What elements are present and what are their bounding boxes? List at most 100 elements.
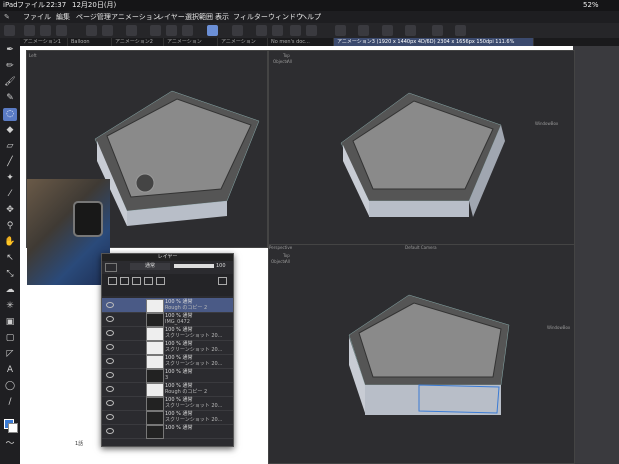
layer-visibility-icon[interactable] <box>106 414 114 420</box>
fill-tool-icon[interactable]: ◆ <box>3 124 17 137</box>
sparkle-tool-icon[interactable]: ✦ <box>3 172 17 185</box>
brush-tool-icon[interactable]: 🖌 <box>3 76 17 89</box>
layer-visibility-icon[interactable] <box>106 330 114 336</box>
hand-icon[interactable] <box>335 25 346 36</box>
layer-visibility-icon[interactable] <box>106 386 114 392</box>
menu-filter[interactable]: フィルター <box>233 11 268 23</box>
redo-icon[interactable] <box>102 25 113 36</box>
layer-visibility-icon[interactable] <box>106 372 114 378</box>
undo-icon[interactable] <box>86 25 97 36</box>
layer-visibility-icon[interactable] <box>106 358 114 364</box>
tab-mens-doc[interactable]: No men's doc... <box>268 38 334 46</box>
eraser-icon[interactable] <box>232 25 243 36</box>
zoom-icon[interactable] <box>382 25 393 36</box>
mask-icon[interactable] <box>144 277 153 285</box>
tab-animation-2[interactable]: アニメーション2 <box>112 38 164 46</box>
menu-help[interactable]: ヘルプ <box>300 11 321 23</box>
menu-file[interactable]: ファイル <box>23 11 51 23</box>
move-tool-icon[interactable]: ✥ <box>3 204 17 217</box>
lasso-tool-icon[interactable]: ◌ <box>3 108 17 121</box>
tab-balloon[interactable]: Balloon <box>68 38 112 46</box>
rotate-icon[interactable] <box>358 25 369 36</box>
layer-icon[interactable] <box>432 25 443 36</box>
menu-window[interactable]: ウィンドウ <box>268 11 303 23</box>
new-file-icon[interactable] <box>24 25 35 36</box>
layer-row[interactable]: 100 % 通常 Rough のコピー 2 <box>102 298 233 313</box>
transform-tool-icon[interactable]: ⤡ <box>3 268 17 281</box>
tab-animation-4[interactable]: アニメーション <box>218 38 268 46</box>
blend-mode-select[interactable]: 通常 <box>130 263 170 270</box>
tab-active-document[interactable]: アニメーション3 (1920 x 1440px 4D/6D) 2304 x 16… <box>334 38 534 46</box>
new-raster-layer-icon[interactable] <box>108 277 117 285</box>
layer-row[interactable]: 100 % 通常 Rough のコピー 2 <box>102 382 233 397</box>
menu-animation[interactable]: アニメーション <box>111 11 160 23</box>
layer-row[interactable]: 100 % 通常 IMG_0472 <box>102 312 233 327</box>
layer-visibility-icon[interactable] <box>106 302 114 308</box>
hand-tool-icon[interactable]: ✋ <box>3 236 17 249</box>
menu-page[interactable]: ページ管理 <box>76 11 111 23</box>
dot-tool-icon[interactable]: ✳ <box>3 300 17 313</box>
view-perspective[interactable]: Perspective Default Camera Top Objects A… <box>268 244 575 464</box>
layer-list[interactable]: 100 % 通常 Rough のコピー 2 100 % 通常 IMG_0472 10… <box>102 298 233 444</box>
color-swatch-icon[interactable] <box>3 418 18 433</box>
new-vector-layer-icon[interactable] <box>120 277 129 285</box>
app-logo-icon[interactable]: ✎ <box>4 11 10 23</box>
layer-color-icon[interactable] <box>105 263 117 272</box>
layer-visibility-icon[interactable] <box>106 316 114 322</box>
lasso-icon[interactable] <box>166 25 177 36</box>
marker-tool-icon[interactable]: ✎ <box>3 92 17 105</box>
pen-icon[interactable] <box>256 25 267 36</box>
select-icon[interactable] <box>150 25 161 36</box>
flip-icon[interactable] <box>405 25 416 36</box>
ruler-tool-icon[interactable]: ◸ <box>3 348 17 361</box>
tab-animation-1[interactable]: アニメーション1 <box>20 38 68 46</box>
menu-edit[interactable]: 編集 <box>56 11 70 23</box>
pencil-icon[interactable] <box>272 25 283 36</box>
menu-toggle-icon[interactable] <box>4 25 15 36</box>
layer-visibility-icon[interactable] <box>106 428 114 434</box>
gradient-tool-icon[interactable]: ▣ <box>3 316 17 329</box>
tab-animation-3[interactable]: アニメーション <box>164 38 218 46</box>
zoom-tool-icon[interactable]: ⚲ <box>3 220 17 233</box>
opacity-slider[interactable] <box>174 264 214 268</box>
clear-icon[interactable] <box>126 25 137 36</box>
stroke-width-icon[interactable]: 〜 <box>3 438 17 451</box>
operation-tool-icon[interactable]: ↖ <box>3 252 17 265</box>
correct-line-tool-icon[interactable]: / <box>3 396 17 409</box>
delete-layer-icon[interactable] <box>218 277 227 285</box>
text-tool-icon[interactable]: A <box>3 364 17 377</box>
figure-tool-icon[interactable]: ▢ <box>3 332 17 345</box>
opacity-value[interactable]: 100 <box>216 263 226 269</box>
layer-row[interactable]: 100 % 通常 3 <box>102 368 233 383</box>
brush-icon[interactable] <box>306 25 317 36</box>
export-icon[interactable] <box>56 25 67 36</box>
eyedropper-tool-icon[interactable]: ⁄ <box>3 188 17 201</box>
layer-thumbnail <box>146 369 164 383</box>
layer-thumbnail <box>146 397 164 411</box>
lock-icon[interactable] <box>156 277 165 285</box>
layer-row[interactable]: 100 % 通常 スクリーンショット 20... <box>102 410 233 425</box>
layer-row[interactable]: 100 % 通常 スクリーンショット 20... <box>102 396 233 411</box>
pen-tool-icon[interactable]: ✒ <box>3 44 17 57</box>
menu-view[interactable]: 表示 <box>215 11 229 23</box>
layer-visibility-icon[interactable] <box>106 344 114 350</box>
view-top[interactable]: Top Objects All WindowBox <box>268 50 575 248</box>
marker-icon[interactable] <box>290 25 301 36</box>
line-tool-icon[interactable]: ╱ <box>3 156 17 169</box>
menu-layer[interactable]: レイヤー <box>157 11 185 23</box>
menu-selection[interactable]: 選択範囲 <box>185 11 213 23</box>
layer-row[interactable]: 100 % 通常 スクリーンショット 20... <box>102 340 233 355</box>
new-folder-icon[interactable] <box>132 277 141 285</box>
save-icon[interactable] <box>40 25 51 36</box>
lasso-select-icon[interactable] <box>207 25 218 36</box>
eraser-tool-icon[interactable]: ▱ <box>3 140 17 153</box>
copy-icon[interactable] <box>455 25 466 36</box>
layer-row[interactable]: 100 % 通常 <box>102 424 233 439</box>
layer-visibility-icon[interactable] <box>106 400 114 406</box>
move-icon[interactable] <box>182 25 193 36</box>
layer-row[interactable]: 100 % 通常 スクリーンショット 20... <box>102 354 233 369</box>
layer-row[interactable]: 100 % 通常 スクリーンショット 20... <box>102 326 233 341</box>
pencil-tool-icon[interactable]: ✏ <box>3 60 17 73</box>
blend-tool-icon[interactable]: ☁ <box>3 284 17 297</box>
balloon-tool-icon[interactable]: ◯ <box>3 380 17 393</box>
